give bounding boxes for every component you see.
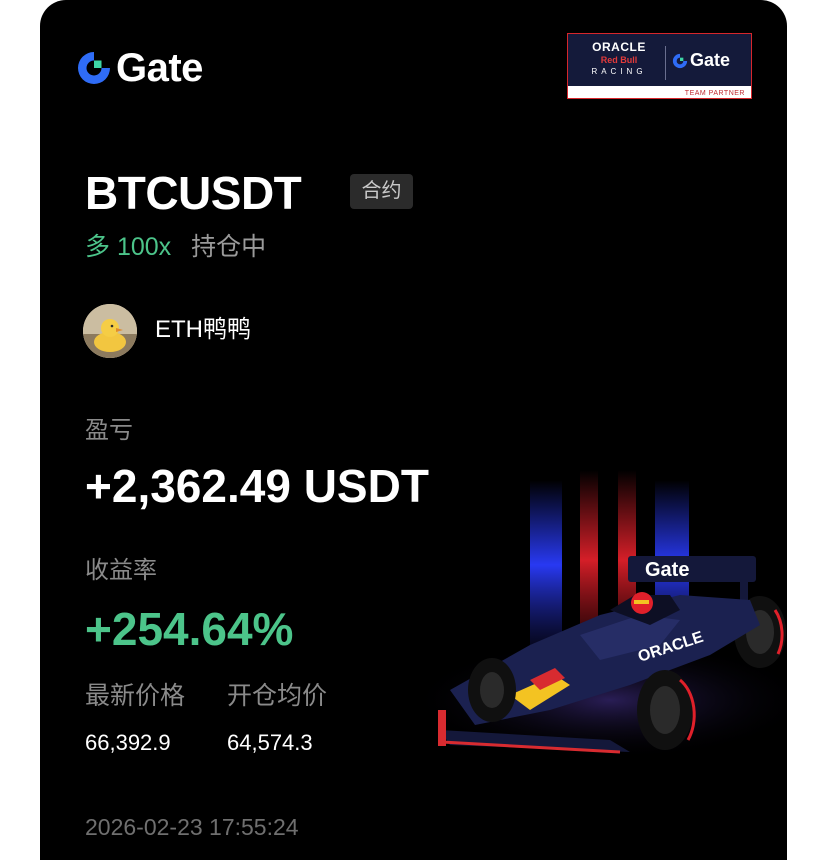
position-info-row: 多 100x 持仓中 bbox=[85, 231, 266, 263]
partner-team-line3: RACING bbox=[591, 67, 647, 76]
partner-divider bbox=[665, 46, 666, 80]
gate-logo-icon bbox=[672, 53, 688, 68]
brand-name: Gate bbox=[116, 46, 203, 90]
contract-type-badge: 合约 bbox=[350, 174, 413, 209]
f1-car-illustration: Gate ORACLE bbox=[410, 470, 787, 760]
share-timestamp: 2026-02-23 17:55:24 bbox=[85, 814, 299, 840]
partner-tag: TEAM PARTNER bbox=[684, 90, 745, 97]
team-partner-badge: ORACLE Red Bull RACING Gate TEAM PARTNER bbox=[567, 33, 752, 99]
user-name: ETH鸭鸭 bbox=[155, 316, 251, 343]
last-price-label: 最新价格 bbox=[85, 682, 186, 710]
partner-sponsor-name: Gate bbox=[690, 50, 731, 70]
position-side-leverage: 多 100x bbox=[85, 233, 172, 261]
gate-logo: Gate bbox=[76, 48, 203, 88]
blue-light-beam bbox=[530, 480, 562, 650]
wing-text: Gate bbox=[645, 559, 689, 581]
partner-team-line2: Red Bull bbox=[600, 55, 638, 65]
partner-sponsor-logo: Gate bbox=[672, 50, 730, 71]
duck-avatar bbox=[83, 304, 137, 358]
entry-price-value: 64,574.3 bbox=[227, 730, 313, 755]
pnl-value: +2,362.49 USDT bbox=[85, 460, 429, 512]
partner-team-line1: ORACLE bbox=[592, 40, 646, 54]
gate-logo-icon bbox=[76, 50, 112, 86]
pnl-label: 盈亏 bbox=[85, 417, 133, 444]
share-card: Gate ORACLE Red Bull RACING Gate TEAM PA… bbox=[40, 0, 787, 860]
position-symbol: BTCUSDT bbox=[85, 167, 302, 219]
roi-value: +254.64% bbox=[85, 603, 294, 655]
roi-label: 收益率 bbox=[85, 557, 157, 584]
position-status: 持仓中 bbox=[191, 233, 267, 261]
redbull-racing-logo: ORACLE Red Bull RACING bbox=[576, 41, 662, 77]
entry-price-label: 开仓均价 bbox=[227, 682, 328, 710]
last-price-value: 66,392.9 bbox=[85, 730, 171, 755]
